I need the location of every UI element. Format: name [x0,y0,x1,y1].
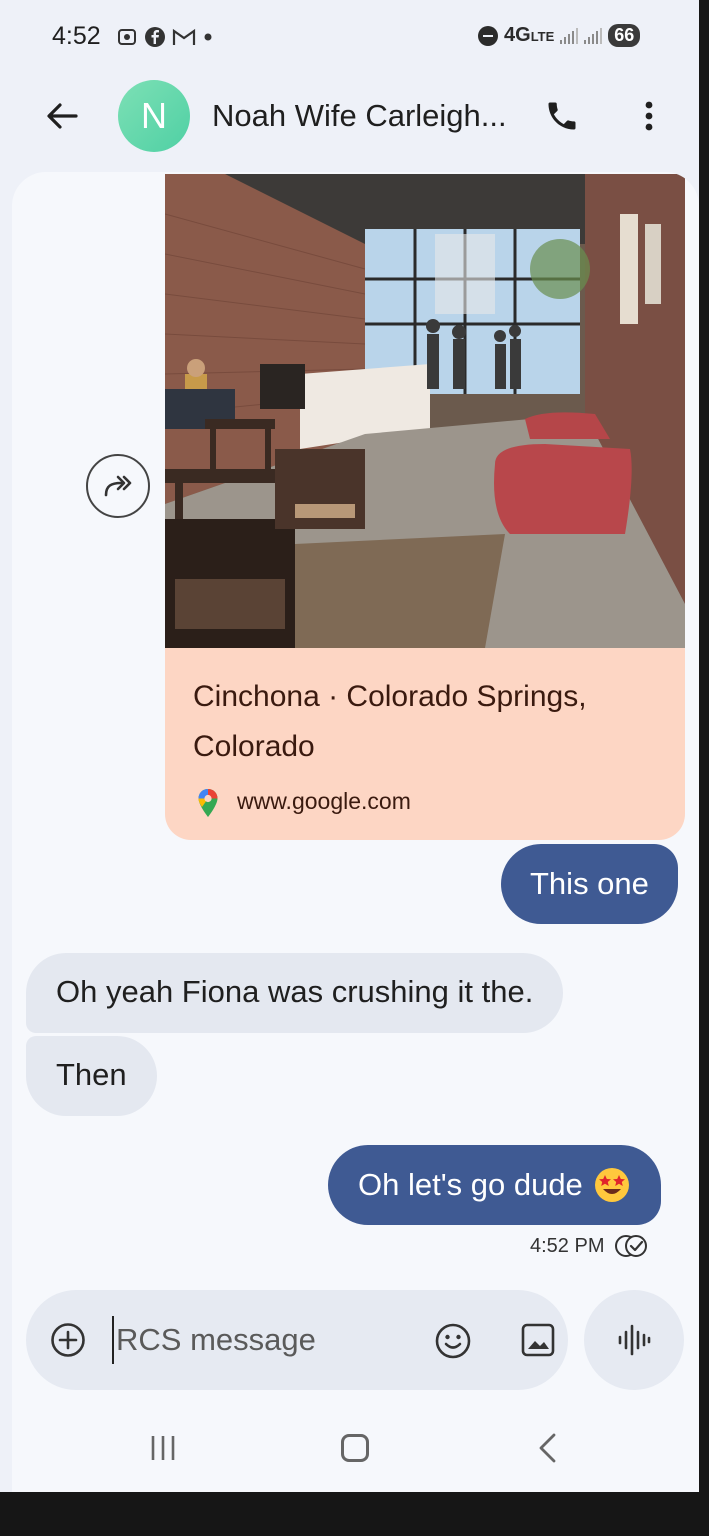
system-navigation-bar [12,1402,699,1492]
message-status: 4:52 PM [530,1234,648,1258]
contact-name[interactable]: Noah Wife Carleigh... [212,98,507,134]
more-vert-icon[interactable] [634,98,664,134]
do-not-disturb-icon [478,25,498,46]
conversation-header: N Noah Wife Carleigh... [0,78,699,158]
message-text: Oh let's go dude [358,1167,583,1202]
voice-waveform-icon [618,1324,651,1356]
forward-icon [104,475,132,497]
nav-back-icon[interactable] [536,1432,558,1464]
message-timestamp: 4:52 PM [530,1234,605,1257]
gmail-icon [172,28,196,45]
message-composer [26,1290,568,1390]
arrow-back-icon[interactable] [42,96,82,136]
recent-apps-icon[interactable] [148,1434,178,1462]
facebook-icon [145,27,165,47]
screenshot-icon [118,29,136,45]
double-check-icon [615,1235,648,1257]
add-circle-icon[interactable] [50,1322,86,1358]
battery-level: 66 [608,24,641,47]
message-input[interactable] [112,1316,392,1364]
google-maps-icon [198,789,218,817]
status-bar: 4:52 4GLTE 66 [0,0,699,78]
message-list[interactable]: Cinchona · Colorado Springs, Colorado ww… [12,172,699,1492]
network-subtype: LTE [530,29,555,44]
emoji-icon[interactable] [434,1322,472,1360]
home-icon[interactable] [341,1434,369,1462]
star-struck-emoji-icon [594,1168,629,1202]
link-domain: www.google.com [237,788,411,814]
messages-screen: 4:52 4GLTE 66 N Noah Wife Carleigh... Ci… [0,0,709,1536]
status-indicators: 4GLTE 66 [478,24,641,47]
signal-2-icon [584,27,603,44]
gallery-icon[interactable] [520,1322,556,1358]
signal-1-icon [560,27,579,44]
avatar[interactable]: N [118,80,190,152]
network-indicator: 4GLTE [504,24,554,47]
phone-icon[interactable] [544,98,580,134]
voice-message-button[interactable] [584,1290,684,1390]
notification-icons [116,26,214,48]
link-preview-card[interactable]: Cinchona · Colorado Springs, Colorado ww… [165,174,685,840]
incoming-message[interactable]: Then [26,1036,157,1116]
link-title: Cinchona · Colorado Springs, Colorado [193,680,587,763]
incoming-message[interactable]: Oh yeah Fiona was crushing it the. [26,953,564,1033]
status-time: 4:52 [52,22,101,50]
outgoing-message[interactable]: Oh let's go dude [328,1145,661,1225]
cafe-interior-photo [165,174,685,648]
forward-button[interactable] [86,454,150,518]
outgoing-message[interactable]: This one [501,844,678,924]
network-type: 4G [504,24,531,46]
screen-bottom-edge [0,1492,709,1536]
screen-edge [699,0,709,1492]
more-notifications-dot-icon [204,33,212,41]
